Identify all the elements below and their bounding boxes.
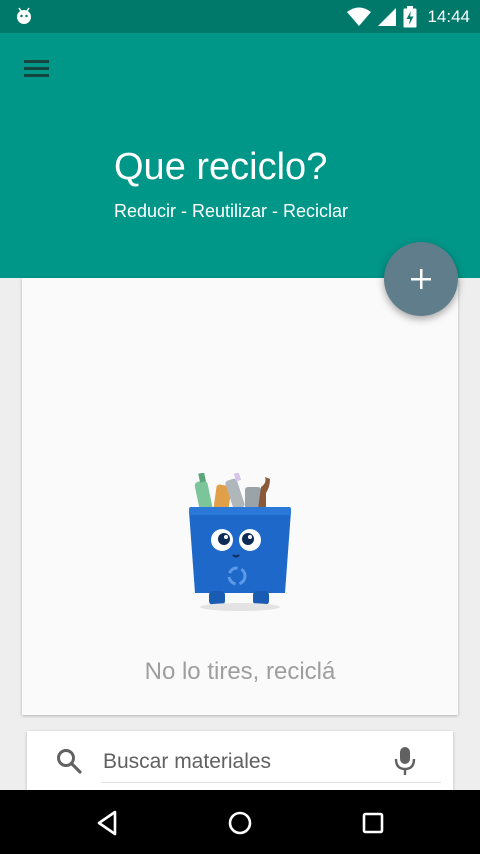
home-icon[interactable] xyxy=(224,807,256,839)
app-bar: Que reciclo? Reducir - Reutilizar - Reci… xyxy=(0,33,480,278)
back-icon[interactable] xyxy=(91,807,123,839)
wifi-icon xyxy=(347,7,372,26)
recycle-bin-mascot xyxy=(189,473,291,611)
android-notification-icon xyxy=(17,7,31,24)
status-time: 14:44 xyxy=(427,7,470,26)
app-subtitle: Reducir - Reutilizar - Reciclar xyxy=(114,201,349,221)
recents-icon[interactable] xyxy=(357,807,389,839)
battery-charging-icon xyxy=(403,6,417,28)
hamburger-menu-icon[interactable] xyxy=(20,55,54,85)
empty-state-message: No lo tires, reciclá xyxy=(144,658,336,685)
navigation-bar xyxy=(0,790,480,854)
search-input[interactable] xyxy=(101,741,385,783)
search-underline xyxy=(101,782,441,783)
search-icon xyxy=(57,749,82,774)
search-bar xyxy=(27,731,453,791)
add-button[interactable] xyxy=(384,242,458,316)
plus-icon xyxy=(411,269,431,289)
signal-icon xyxy=(378,8,397,26)
empty-state-card: No lo tires, reciclá xyxy=(22,278,458,715)
app-title: Que reciclo? xyxy=(114,146,328,188)
microphone-icon[interactable] xyxy=(393,746,417,776)
status-bar: 14:44 xyxy=(0,0,480,33)
